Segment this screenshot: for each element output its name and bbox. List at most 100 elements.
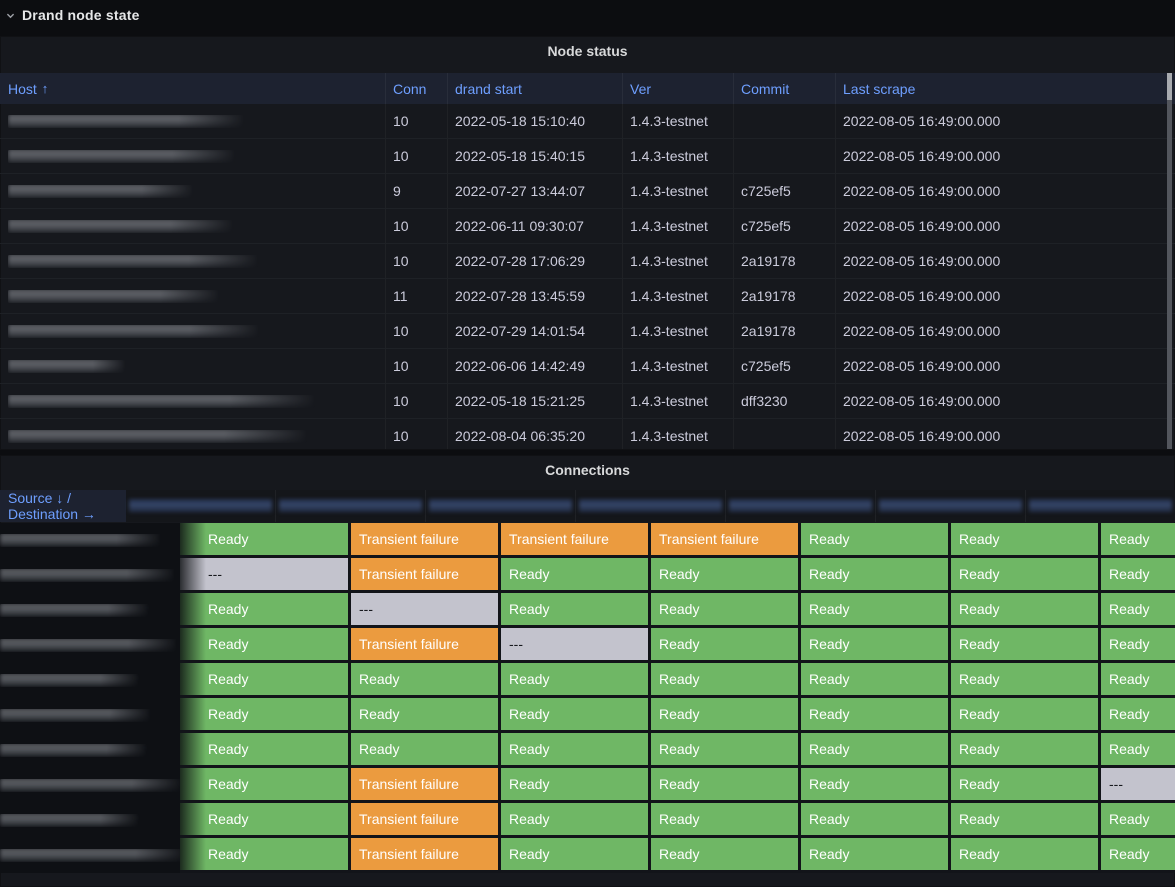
- table-row: 102022-05-18 15:40:151.4.3-testnet2022-0…: [0, 139, 1175, 174]
- status-cell-ready: Ready: [180, 803, 351, 838]
- conn-cell: 10: [385, 209, 447, 243]
- ver-cell: 1.4.3-testnet: [622, 174, 733, 208]
- connections-matrix: ReadyTransient failureTransient failureT…: [0, 523, 1175, 873]
- redacted-host-text: [8, 220, 234, 233]
- vertical-scrollbar[interactable]: [1167, 73, 1172, 449]
- redacted-source-text: [0, 569, 176, 582]
- host-cell: [0, 419, 385, 449]
- host-cell: [0, 209, 385, 243]
- conn-cell: 10: [385, 139, 447, 173]
- host-cell: [0, 174, 385, 208]
- status-cell-ready: Ready: [1101, 593, 1175, 628]
- column-header-ver[interactable]: Ver: [622, 73, 733, 104]
- column-header-conn[interactable]: Conn: [385, 73, 447, 104]
- conn-cell: 11: [385, 279, 447, 313]
- status-cell-ready: Ready: [801, 838, 951, 873]
- source-cell: [0, 803, 180, 838]
- destination-column-header[interactable]: [425, 490, 575, 522]
- status-cell-ready: Ready: [180, 768, 351, 803]
- destination-column-header[interactable]: [875, 490, 1025, 522]
- destination-column-header[interactable]: [575, 490, 725, 522]
- conn-cell: 10: [385, 384, 447, 418]
- status-cell-ready: Ready: [1101, 698, 1175, 733]
- status-cell-ready: Ready: [1101, 733, 1175, 768]
- drand-start-cell: 2022-05-18 15:40:15: [447, 139, 622, 173]
- destination-column-header[interactable]: [725, 490, 875, 522]
- status-cell-ready: Ready: [180, 523, 351, 558]
- redacted-source-text: [0, 709, 152, 722]
- status-cell-ready: Ready: [351, 733, 501, 768]
- conn-cell: 9: [385, 174, 447, 208]
- status-cell-ready: Ready: [951, 628, 1101, 663]
- scrollbar-thumb[interactable]: [1167, 73, 1172, 449]
- conn-cell: 10: [385, 314, 447, 348]
- column-header-host[interactable]: Host ↑: [0, 73, 385, 104]
- status-cell-ready: Ready: [180, 838, 351, 873]
- status-cell-transient-failure: Transient failure: [351, 768, 501, 803]
- status-cell-ready: Ready: [651, 663, 801, 698]
- node-status-panel-title[interactable]: Node status: [0, 36, 1175, 66]
- status-cell-ready: Ready: [180, 593, 351, 628]
- status-cell-ready: Ready: [951, 698, 1101, 733]
- ver-cell: 1.4.3-testnet: [622, 419, 733, 449]
- status-cell-ready: Ready: [651, 733, 801, 768]
- status-cell-ready: Ready: [801, 663, 951, 698]
- commit-cell: 2a19178: [733, 244, 835, 278]
- source-cell: [0, 838, 180, 873]
- destination-column-header[interactable]: [126, 490, 275, 522]
- redacted-host-text: [8, 325, 260, 338]
- connections-panel: Connections Source ↓ / Destination → Rea…: [0, 455, 1175, 887]
- status-cell-ready: Ready: [1101, 663, 1175, 698]
- ver-cell: 1.4.3-testnet: [622, 349, 733, 383]
- host-cell: [0, 244, 385, 278]
- status-cell-ready: Ready: [651, 803, 801, 838]
- destination-column-header[interactable]: [1025, 490, 1175, 522]
- column-header-drand-start[interactable]: drand start: [447, 73, 622, 104]
- status-cell-ready: Ready: [801, 593, 951, 628]
- ver-cell: 1.4.3-testnet: [622, 279, 733, 313]
- redacted-destination-text: [1029, 500, 1172, 513]
- connections-panel-title[interactable]: Connections: [0, 455, 1175, 485]
- redacted-source-text: [0, 639, 178, 652]
- status-cell-self: ---: [351, 593, 501, 628]
- status-cell-ready: Ready: [951, 663, 1101, 698]
- status-cell-ready: Ready: [951, 768, 1101, 803]
- conn-cell: 10: [385, 244, 447, 278]
- ver-cell: 1.4.3-testnet: [622, 384, 733, 418]
- last-scrape-cell: 2022-08-05 16:49:00.000: [835, 174, 1175, 208]
- matrix-row: ReadyReadyReadyReadyReadyReadyReady: [0, 733, 1175, 768]
- last-scrape-cell: 2022-08-05 16:49:00.000: [835, 279, 1175, 313]
- destination-column-header[interactable]: [275, 490, 425, 522]
- status-cell-transient-failure: Transient failure: [351, 838, 501, 873]
- drand-start-cell: 2022-07-29 14:01:54: [447, 314, 622, 348]
- source-cell: [0, 663, 180, 698]
- status-cell-ready: Ready: [180, 628, 351, 663]
- status-cell-ready: Ready: [1101, 628, 1175, 663]
- matrix-corner-label[interactable]: Source ↓ / Destination →: [0, 490, 126, 522]
- redacted-source-text: [0, 674, 140, 687]
- commit-cell: c725ef5: [733, 174, 835, 208]
- commit-cell: 2a19178: [733, 279, 835, 313]
- redacted-source-text: [0, 744, 148, 757]
- status-cell-ready: Ready: [501, 663, 651, 698]
- status-cell-ready: Ready: [801, 733, 951, 768]
- status-cell-ready: Ready: [951, 523, 1101, 558]
- source-cell: [0, 733, 180, 768]
- drand-start-cell: 2022-07-28 13:45:59: [447, 279, 622, 313]
- drand-start-cell: 2022-07-28 17:06:29: [447, 244, 622, 278]
- status-cell-ready: Ready: [501, 768, 651, 803]
- status-cell-ready: Ready: [1101, 523, 1175, 558]
- table-row: 102022-05-18 15:21:251.4.3-testnetdff323…: [0, 384, 1175, 419]
- redacted-host-text: [8, 360, 126, 373]
- ver-cell: 1.4.3-testnet: [622, 139, 733, 173]
- column-header-commit[interactable]: Commit: [733, 73, 835, 104]
- commit-cell: c725ef5: [733, 209, 835, 243]
- status-cell-ready: Ready: [501, 838, 651, 873]
- source-cell: [0, 768, 180, 803]
- status-cell-transient-failure: Transient failure: [501, 523, 651, 558]
- redacted-source-text: [0, 534, 162, 547]
- status-cell-ready: Ready: [501, 733, 651, 768]
- redacted-destination-text: [579, 500, 722, 513]
- column-header-last-scrape[interactable]: Last scrape: [835, 73, 1175, 104]
- dashboard-row-header[interactable]: Drand node state: [0, 0, 1175, 30]
